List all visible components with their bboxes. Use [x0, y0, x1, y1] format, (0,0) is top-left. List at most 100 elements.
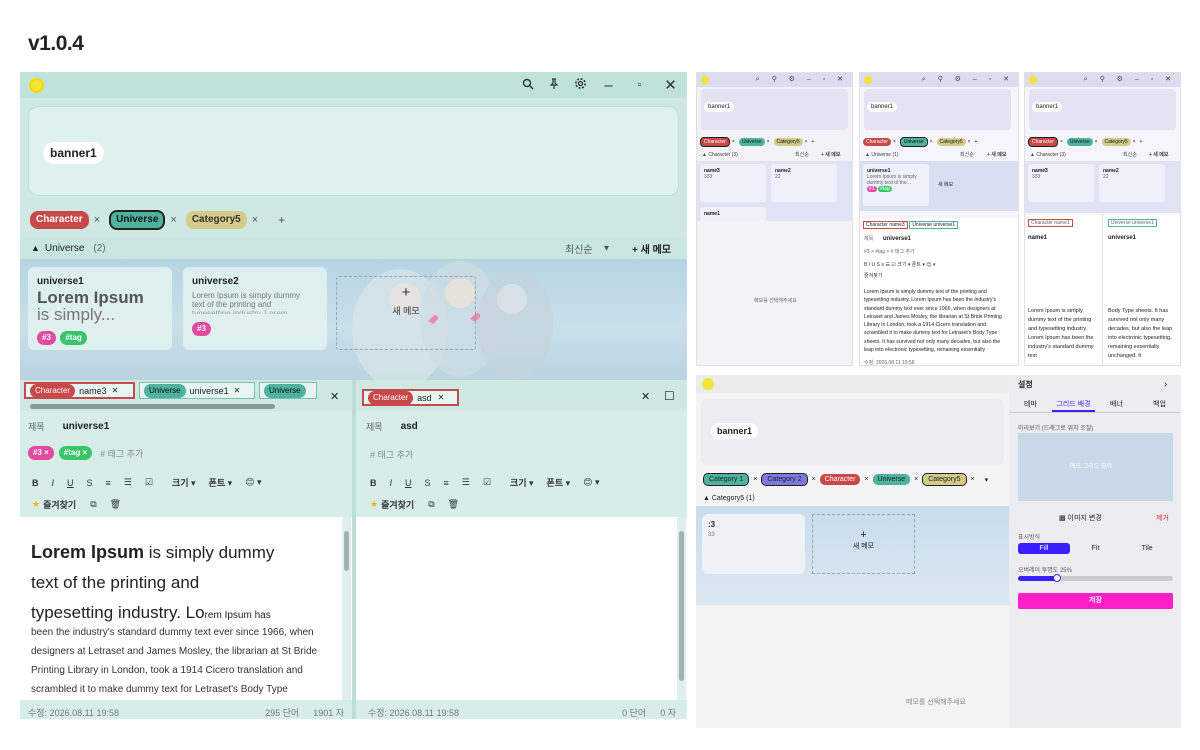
title-input[interactable]: universe1 [1108, 235, 1136, 241]
format-toolbar[interactable]: B I U S ≡ ☰ ☑ 크기 ▾ 폰트 ▾ 😊 ▾ [864, 261, 935, 268]
filter-tag[interactable]: Universe [1066, 138, 1093, 146]
remove-filter-icon[interactable]: × [170, 214, 176, 226]
new-memo-button[interactable]: + 새 메모 [987, 151, 1007, 158]
favorite-button[interactable]: 즐겨찾기 [864, 272, 882, 279]
filter-tag[interactable]: Category5 [936, 138, 966, 146]
delete-icon[interactable]: 🗑 [448, 499, 459, 510]
numbered-list-button[interactable]: ☰ [462, 477, 470, 488]
memo-card[interactable]: name3 333 [700, 164, 766, 202]
change-image-button[interactable]: ▩ 이미지 변경 [1059, 513, 1102, 523]
editor-content[interactable]: Body Type sheets. It has survived not on… [1108, 307, 1176, 363]
memo-card[interactable]: name1 [700, 207, 766, 221]
filter-tag-character[interactable]: Character [30, 211, 89, 229]
window-icons[interactable]: ⌕ ⚲ ⚙ – ▫ ✕ [922, 73, 1014, 87]
memo-tag[interactable]: #tag × [58, 446, 93, 460]
editor-content[interactable]: Lorem Ipsum is simply dummy text of the … [20, 517, 352, 700]
new-memo-button[interactable]: + 새 메모 [1149, 151, 1169, 158]
editor-tab[interactable]: Character name3 [863, 221, 908, 229]
banner[interactable]: banner1 [28, 106, 679, 196]
tab-grid-background[interactable]: 그리드 배경 [1052, 399, 1095, 412]
checklist-button[interactable]: ☑ [145, 477, 153, 488]
banner[interactable]: banner1 [701, 89, 848, 130]
editor-content[interactable] [356, 517, 687, 700]
memo-tag[interactable]: #3 × [28, 446, 54, 460]
memo-card[interactable]: universe1 Lorem Ipsum is simply dummy tex… [863, 164, 929, 206]
card-tag[interactable]: #tag [877, 186, 892, 192]
strikethrough-button[interactable]: S [425, 478, 431, 488]
gear-icon[interactable] [568, 77, 592, 93]
sort-select[interactable]: 최신순 [795, 151, 809, 158]
display-fit-option[interactable]: Fit [1070, 543, 1122, 554]
close-pane-icon[interactable]: ✕ [641, 390, 650, 403]
new-memo-button[interactable]: + 새 메모 [821, 151, 841, 158]
filter-tag[interactable]: Universe [899, 137, 928, 147]
add-tag-input[interactable]: # 태그 추가 [370, 448, 413, 461]
delete-icon[interactable]: 🗑 [110, 499, 121, 510]
checklist-button[interactable]: ☑ [483, 477, 491, 488]
tab-scrollbar[interactable] [30, 404, 275, 409]
banner[interactable]: banner1 [701, 399, 1004, 465]
editor-tab[interactable]: Universe universe1 [1108, 219, 1157, 227]
editor-tab[interactable]: Universe universe1 ✕ [139, 382, 255, 399]
copy-icon[interactable]: ⧉ [428, 499, 434, 510]
maximize-pane-icon[interactable]: ☐ [664, 389, 675, 403]
favorite-button[interactable]: 즐겨찾기 [381, 498, 414, 511]
emoji-dropdown[interactable]: 😊 ▾ [245, 477, 261, 488]
tab-banner[interactable]: 배너 [1095, 399, 1138, 412]
close-icon[interactable]: ✕ [656, 76, 685, 94]
display-tile-option[interactable]: Tile [1121, 543, 1173, 554]
editor-content[interactable]: Lorem Ipsum is simply dummy text of the … [864, 288, 1010, 356]
display-fill-option[interactable]: Fill [1018, 543, 1070, 554]
new-memo-card[interactable]: + 새 메모 [336, 276, 476, 350]
italic-button[interactable]: I [390, 478, 393, 488]
overlay-slider-handle[interactable] [1052, 574, 1061, 582]
section-toggle-icon[interactable]: ▲ [31, 243, 40, 253]
italic-button[interactable]: I [52, 478, 55, 488]
editor-content[interactable]: Lorem Ipsum is simply dummy text of the … [1028, 307, 1098, 363]
filter-tag[interactable]: Universe [738, 138, 765, 146]
filter-tag[interactable]: Category 1 [703, 473, 750, 486]
remove-filter-icon[interactable]: × [252, 214, 258, 226]
editor-tab[interactable]: Character name3 ✕ [24, 382, 135, 399]
title-input[interactable]: universe1 [883, 236, 911, 242]
bold-button[interactable]: B [32, 478, 39, 488]
favorite-button[interactable]: 즐겨찾기 [43, 498, 76, 511]
editor-scrollbar[interactable] [677, 517, 686, 700]
banner[interactable]: banner1 [864, 89, 1011, 130]
overlay-slider[interactable] [1018, 574, 1173, 582]
underline-button[interactable]: U [67, 478, 74, 488]
emoji-dropdown[interactable]: 😊 ▾ [583, 477, 599, 488]
card-tag[interactable]: #3 [37, 331, 56, 345]
new-memo-button[interactable]: + 새 메모 [632, 241, 671, 256]
strikethrough-button[interactable]: S [87, 478, 93, 488]
filter-tag[interactable]: Character [819, 474, 861, 485]
background-preview[interactable]: 메모 그리드 영역 [1018, 433, 1173, 501]
filter-tag[interactable]: Universe [872, 474, 911, 485]
save-button[interactable]: 저장 [1018, 593, 1173, 609]
card-tag[interactable]: #tag [60, 331, 87, 345]
memo-card[interactable]: :3 33 [702, 514, 805, 574]
remove-image-button[interactable]: 제거 [1156, 513, 1169, 523]
close-settings-icon[interactable]: › [1164, 379, 1167, 390]
close-pane-icon[interactable]: ✕ [330, 390, 339, 403]
numbered-list-button[interactable]: ☰ [124, 477, 132, 488]
bullet-list-button[interactable]: ≡ [444, 478, 449, 488]
tab-backup[interactable]: 백업 [1138, 399, 1181, 412]
card-tag[interactable]: #3 [192, 322, 211, 336]
editor-scrollbar[interactable] [342, 517, 351, 700]
filter-tag[interactable]: Category5 [1101, 138, 1131, 146]
font-dropdown[interactable]: 폰트 ▾ [547, 476, 571, 489]
new-memo-card[interactable]: + 새 메모 [812, 514, 915, 574]
copy-icon[interactable]: ⧉ [90, 499, 96, 510]
bullet-list-button[interactable]: ≡ [106, 478, 111, 488]
star-icon[interactable]: ★ [370, 499, 378, 510]
tab-theme[interactable]: 테마 [1009, 399, 1052, 412]
tab-close-icon[interactable]: ✕ [438, 393, 445, 402]
search-icon[interactable] [516, 78, 540, 93]
memo-card[interactable]: universe1 Lorem Ipsum is simply... #3 #t… [28, 267, 172, 350]
title-input[interactable]: asd [401, 421, 418, 432]
editor-tab[interactable]: Universe [259, 382, 317, 399]
editor-tab[interactable]: Universe universe1 [909, 221, 959, 229]
filter-tag[interactable]: Category5 [773, 138, 803, 146]
new-memo-card[interactable]: 새 메모 [938, 181, 953, 188]
